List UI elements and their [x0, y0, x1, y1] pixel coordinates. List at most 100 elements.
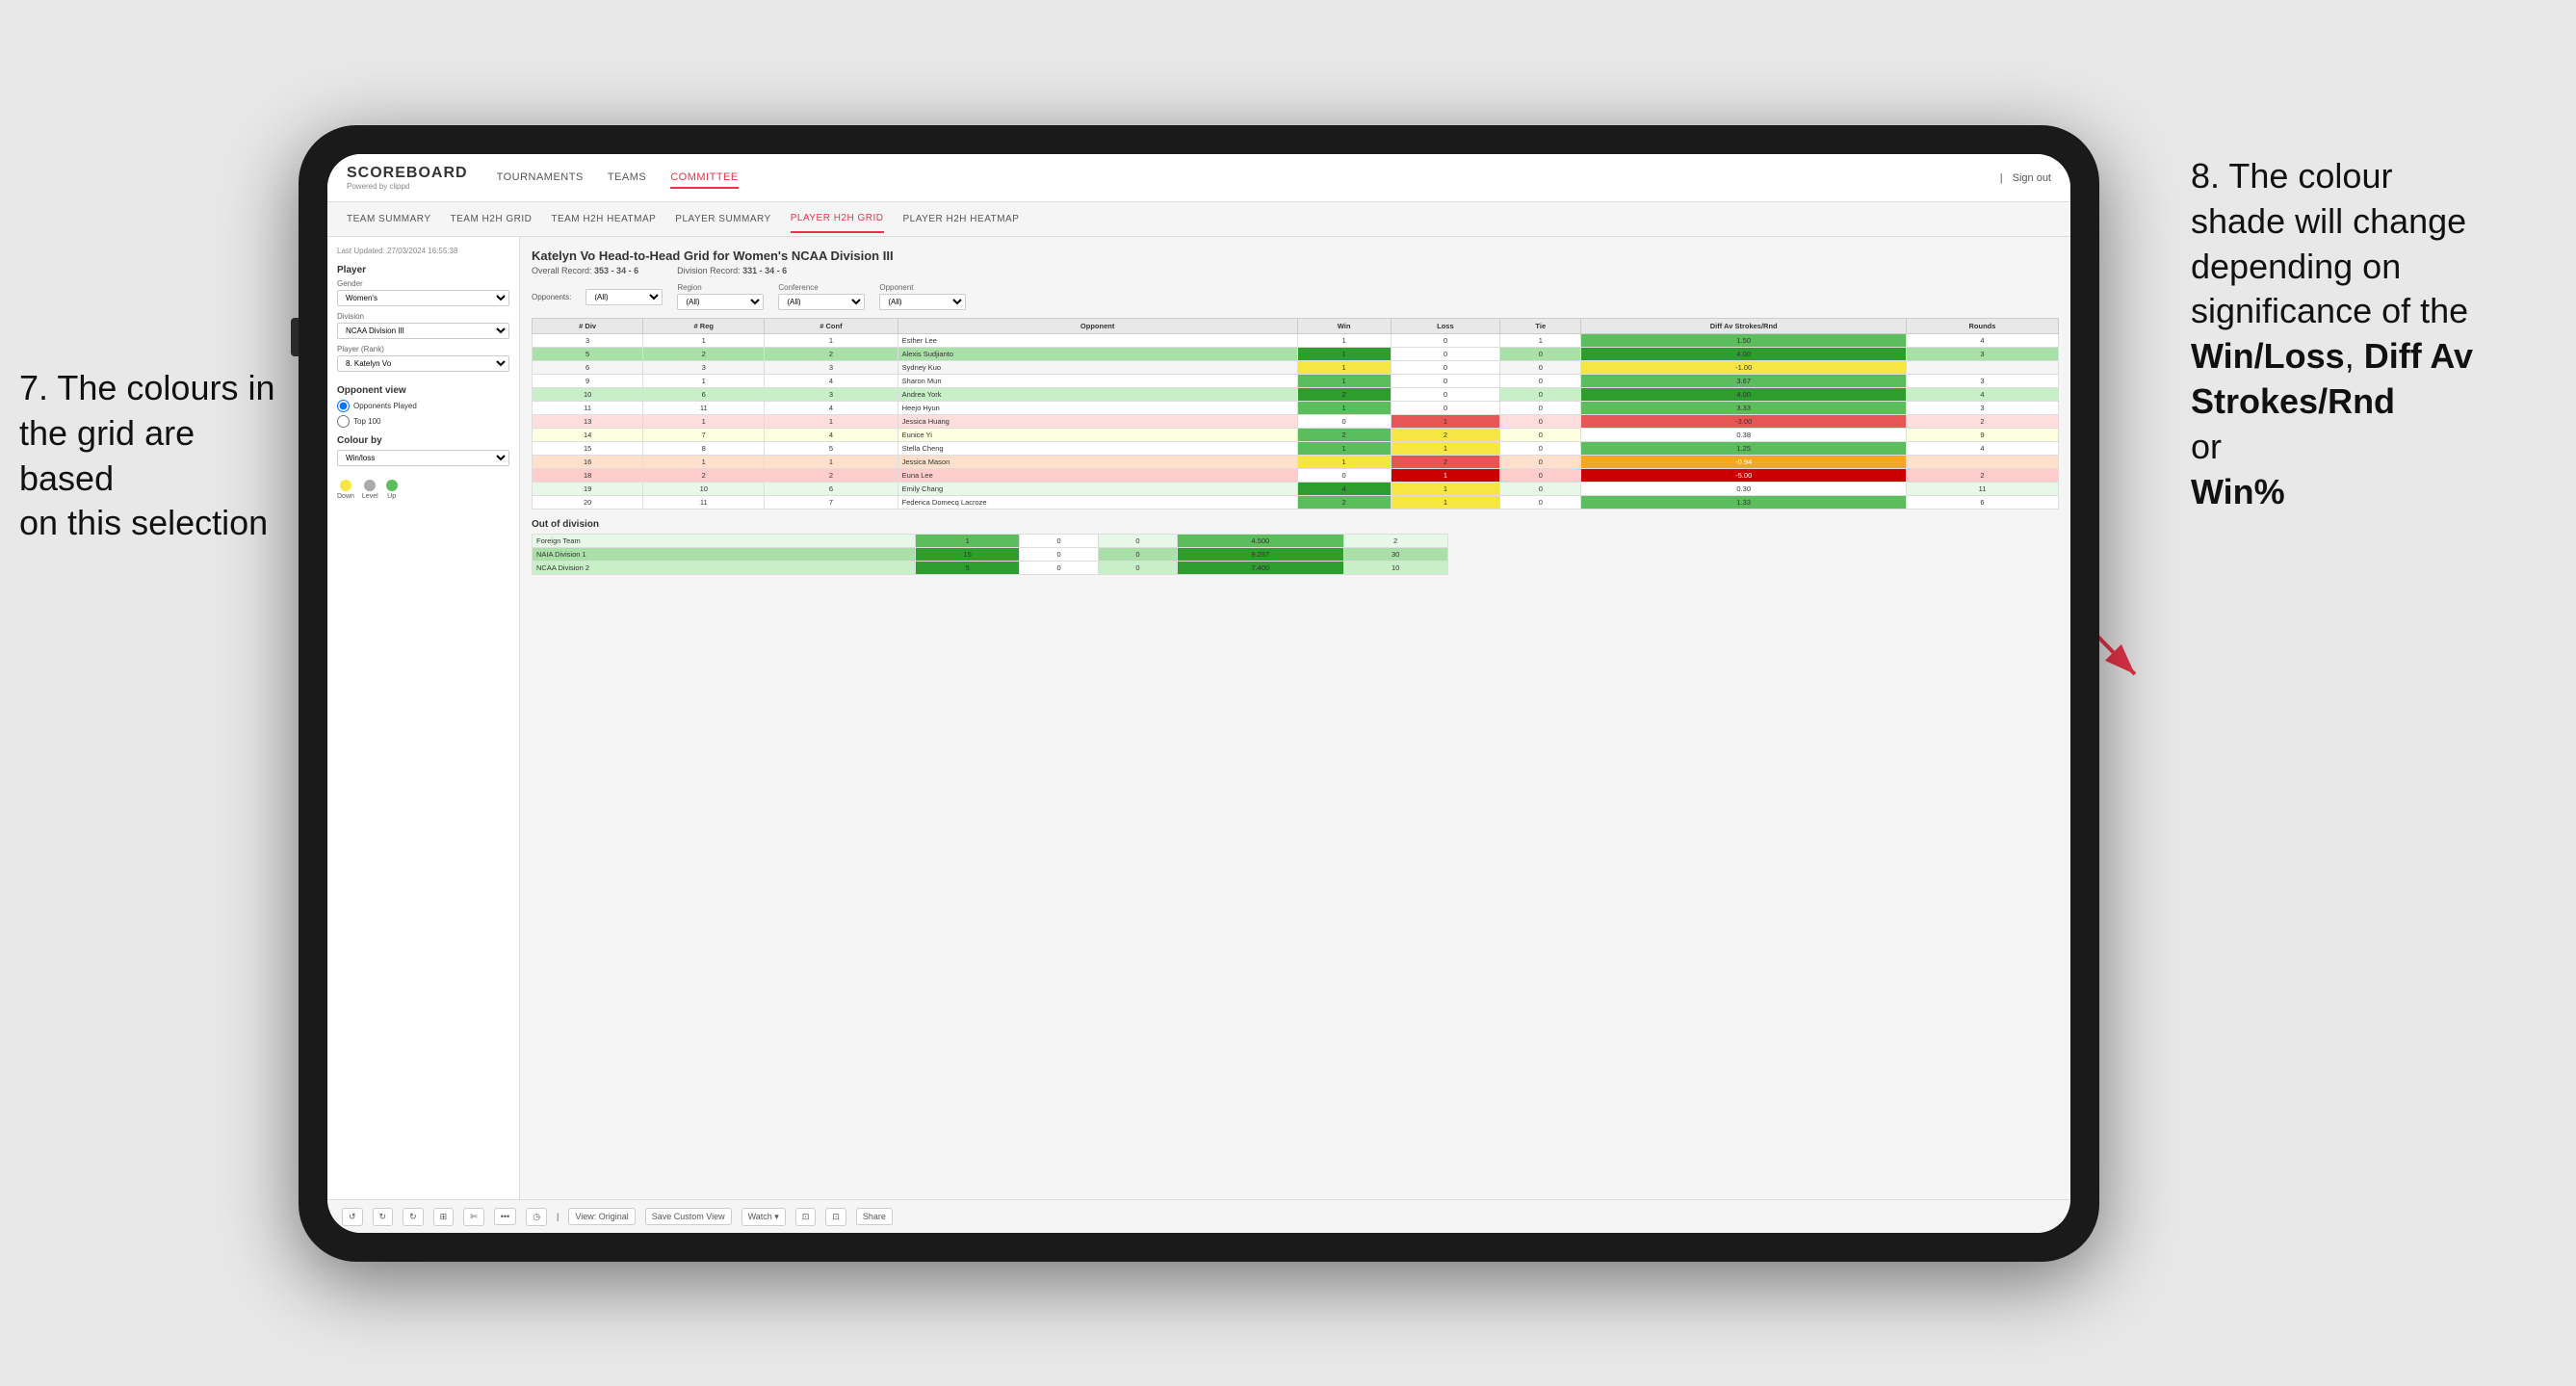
- nav-items: TOURNAMENTS TEAMS COMMITTEE: [497, 168, 2000, 189]
- table-row: 14 7 4 Eunice Yi 2 2 0 0.38 9: [533, 429, 2059, 442]
- annotation-right: 8. The colour shade will change dependin…: [2191, 154, 2557, 514]
- top-nav: SCOREBOARD Powered by clippd TOURNAMENTS…: [327, 154, 2070, 202]
- out-of-division-header: Out of division: [532, 519, 2059, 530]
- player-rank-select[interactable]: 8. Katelyn Vo: [337, 355, 509, 372]
- out-of-division-table: Foreign Team 1 0 0 4.500 2 NAIA Division…: [532, 534, 1448, 575]
- radio-opponents-played[interactable]: Opponents Played: [337, 400, 509, 412]
- share-btn[interactable]: Share: [856, 1208, 893, 1225]
- save-custom-view-btn[interactable]: Save Custom View: [645, 1208, 732, 1225]
- redo2-btn[interactable]: ↻: [403, 1208, 424, 1226]
- overall-record: Overall Record: 353 - 34 - 6: [532, 266, 638, 275]
- nav-tournaments[interactable]: TOURNAMENTS: [497, 168, 584, 189]
- sub-nav: TEAM SUMMARY TEAM H2H GRID TEAM H2H HEAT…: [327, 202, 2070, 237]
- icon-btn1[interactable]: ⊡: [795, 1208, 817, 1226]
- table-row: 19 10 6 Emily Chang 4 1 0 0.30 11: [533, 483, 2059, 496]
- sub-nav-player-h2h-grid[interactable]: PLAYER H2H GRID: [791, 205, 884, 233]
- col-win: Win: [1297, 319, 1391, 334]
- tablet-frame: SCOREBOARD Powered by clippd TOURNAMENTS…: [299, 125, 2099, 1262]
- grid-header: Katelyn Vo Head-to-Head Grid for Women's…: [532, 248, 2059, 275]
- col-conf: # Conf: [765, 319, 898, 334]
- col-loss: Loss: [1391, 319, 1499, 334]
- sub-nav-team-h2h-heatmap[interactable]: TEAM H2H HEATMAP: [551, 206, 656, 232]
- annotation-left: 7. The colours in the grid are based on …: [19, 366, 289, 546]
- table-row: 3 1 1 Esther Lee 1 0 1 1.50 4: [533, 334, 2059, 348]
- gender-label: Gender: [337, 279, 509, 288]
- gender-select[interactable]: Women's: [337, 290, 509, 306]
- radio-top100[interactable]: Top 100: [337, 415, 509, 428]
- filter-region: Region (All): [677, 283, 764, 310]
- grid-btn[interactable]: ⊞: [433, 1208, 455, 1226]
- filter-conference: Conference (All): [778, 283, 865, 310]
- table-row: 18 2 2 Euna Lee 0 1 0 -5.00 2: [533, 469, 2059, 483]
- legend-up-dot: [386, 480, 398, 491]
- grid-area: Katelyn Vo Head-to-Head Grid for Women's…: [520, 237, 2070, 1199]
- sub-nav-team-summary[interactable]: TEAM SUMMARY: [347, 206, 431, 232]
- table-row: NAIA Division 1 15 0 0 9.267 30: [533, 548, 1448, 562]
- table-row: 5 2 2 Alexis Sudjianto 1 0 0 4.00 3: [533, 348, 2059, 361]
- sign-out-btn[interactable]: Sign out: [2013, 172, 2051, 184]
- sub-nav-player-h2h-heatmap[interactable]: PLAYER H2H HEATMAP: [903, 206, 1020, 232]
- nav-right: | Sign out: [2000, 172, 2051, 184]
- filter-row: Opponents: (All) Region (All) Conference: [532, 283, 2059, 310]
- dot-btn[interactable]: •••: [494, 1208, 516, 1225]
- logo-sub: Powered by clippd: [347, 182, 468, 191]
- table-row: 16 1 1 Jessica Mason 1 2 0 -0.94: [533, 456, 2059, 469]
- sub-nav-team-h2h-grid[interactable]: TEAM H2H GRID: [451, 206, 533, 232]
- icon-btn2[interactable]: ⊡: [825, 1208, 846, 1226]
- col-rounds: Rounds: [1906, 319, 2058, 334]
- opponent-view-title: Opponent view: [337, 385, 509, 396]
- player-section-title: Player: [337, 265, 509, 275]
- table-row: 11 11 4 Heejo Hyun 1 0 0 3.33 3: [533, 402, 2059, 415]
- table-row: Foreign Team 1 0 0 4.500 2: [533, 535, 1448, 548]
- conference-select[interactable]: (All): [778, 294, 865, 310]
- watch-btn[interactable]: Watch ▾: [742, 1208, 786, 1226]
- region-select[interactable]: (All): [677, 294, 764, 310]
- left-panel: Last Updated: 27/03/2024 16:55:38 Player…: [327, 237, 520, 1199]
- player-rank-label: Player (Rank): [337, 345, 509, 353]
- opponents-select[interactable]: (All): [585, 289, 663, 305]
- opponent-filter-select[interactable]: (All): [879, 294, 966, 310]
- legend-up: Up: [386, 480, 398, 500]
- legend-level-dot: [364, 480, 376, 491]
- table-row: 15 8 5 Stella Cheng 1 1 0 1.25 4: [533, 442, 2059, 456]
- filter-opponents: (All): [585, 289, 663, 305]
- main-data-table: # Div # Reg # Conf Opponent Win Loss Tie…: [532, 318, 2059, 510]
- table-row: 6 3 3 Sydney Kuo 1 0 0 -1.00: [533, 361, 2059, 375]
- logo-text: SCOREBOARD: [347, 165, 468, 182]
- time-btn[interactable]: ◷: [526, 1208, 547, 1226]
- division-label: Division: [337, 312, 509, 321]
- cut-btn[interactable]: ✄: [463, 1208, 484, 1226]
- colour-by-section: Colour by Win/loss: [337, 435, 509, 472]
- legend-down-dot: [340, 480, 351, 491]
- col-div: # Div: [533, 319, 643, 334]
- table-row: 13 1 1 Jessica Huang 0 1 0 -3.00 2: [533, 415, 2059, 429]
- undo-btn[interactable]: ↺: [342, 1208, 363, 1226]
- redo-btn[interactable]: ↻: [373, 1208, 394, 1226]
- last-updated: Last Updated: 27/03/2024 16:55:38: [337, 247, 509, 255]
- filter-opponent: Opponent (All): [879, 283, 966, 310]
- table-row: NCAA Division 2 5 0 0 7.400 10: [533, 562, 1448, 575]
- division-record: Division Record: 331 - 34 - 6: [677, 266, 787, 275]
- col-reg: # Reg: [643, 319, 765, 334]
- main-content: Last Updated: 27/03/2024 16:55:38 Player…: [327, 237, 2070, 1199]
- grid-title: Katelyn Vo Head-to-Head Grid for Women's…: [532, 248, 2059, 263]
- bottom-toolbar: ↺ ↻ ↻ ⊞ ✄ ••• ◷ | View: Original Save Cu…: [327, 1199, 2070, 1233]
- colour-by-select[interactable]: Win/loss: [337, 450, 509, 466]
- sub-nav-player-summary[interactable]: PLAYER SUMMARY: [675, 206, 770, 232]
- colour-by-label: Colour by: [337, 435, 509, 446]
- tablet-screen: SCOREBOARD Powered by clippd TOURNAMENTS…: [327, 154, 2070, 1233]
- col-opponent: Opponent: [898, 319, 1297, 334]
- grid-records: Overall Record: 353 - 34 - 6 Division Re…: [532, 266, 2059, 275]
- nav-teams[interactable]: TEAMS: [608, 168, 646, 189]
- col-tie: Tie: [1500, 319, 1581, 334]
- division-select[interactable]: NCAA Division III: [337, 323, 509, 339]
- table-row: 20 11 7 Federica Domecq Lacroze 2 1 0 1.…: [533, 496, 2059, 510]
- legend: Down Level Up: [337, 480, 509, 500]
- nav-committee[interactable]: COMMITTEE: [670, 168, 739, 189]
- opponent-view: Opponent view Opponents Played Top 100: [337, 385, 509, 428]
- table-row: 10 6 3 Andrea York 2 0 0 4.00 4: [533, 388, 2059, 402]
- table-row: 9 1 4 Sharon Mun 1 0 0 3.67 3: [533, 375, 2059, 388]
- legend-level: Level: [362, 480, 378, 500]
- col-diff: Diff Av Strokes/Rnd: [1581, 319, 1907, 334]
- view-original-btn[interactable]: View: Original: [568, 1208, 635, 1225]
